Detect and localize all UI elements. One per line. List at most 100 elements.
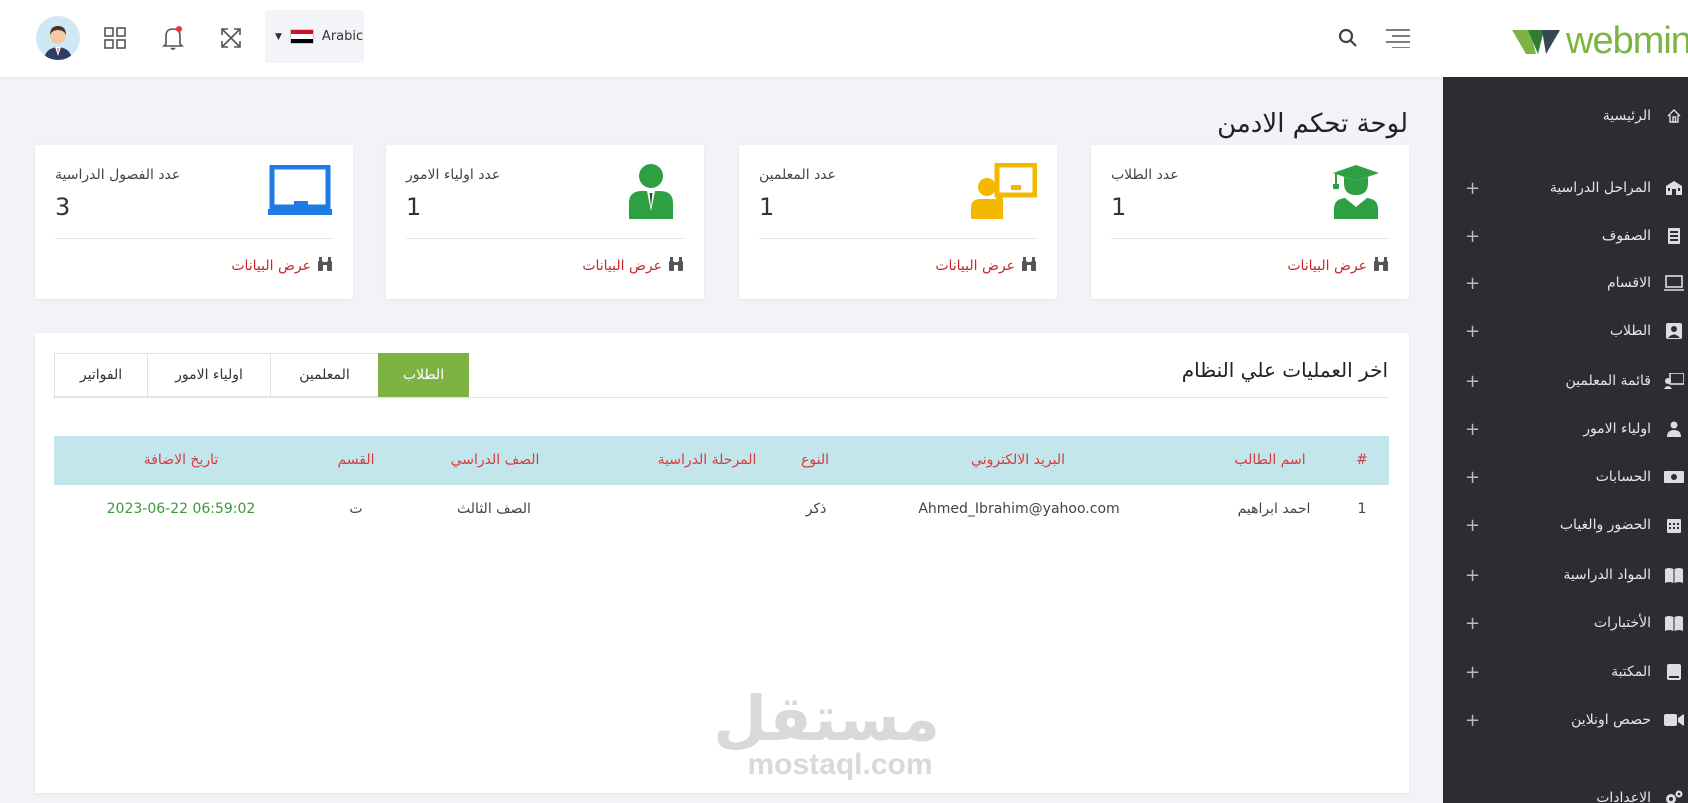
home-icon — [1664, 106, 1684, 126]
view-data-link[interactable]: عرض البيانات — [582, 257, 684, 275]
egypt-flag-icon — [289, 29, 314, 44]
language-label: Arabic — [321, 29, 364, 44]
logo-text: webmin — [1566, 20, 1688, 62]
school-icon — [1664, 178, 1684, 198]
panel-divider — [54, 397, 1389, 398]
sidebar-item-settings[interactable]: الاعدادات — [1443, 783, 1688, 803]
sidebar-item-accounts[interactable]: + الحسابات — [1443, 462, 1688, 492]
expand-plus-icon[interactable]: + — [1465, 662, 1480, 683]
cell-student-name: احمد ابراهيم — [1237, 501, 1311, 517]
stat-value: 1 — [406, 193, 422, 221]
sidebar-item-home[interactable]: الرئيسية — [1443, 101, 1688, 131]
column-header: # — [1356, 452, 1368, 468]
table-row[interactable]: 1 احمد ابراهيم Ahmed_Ibrahim@yahoo.com ذ… — [54, 485, 1389, 533]
binoculars-icon — [317, 257, 333, 275]
top-bar: ▼ Arabic webmin — [0, 0, 1688, 77]
expand-plus-icon[interactable]: + — [1465, 613, 1480, 634]
sidebar-item-label: الرئيسية — [1602, 108, 1651, 124]
expand-plus-icon[interactable]: + — [1465, 321, 1480, 342]
sidebar-item-teachers[interactable]: + قائمة المعلمين — [1443, 366, 1688, 396]
view-data-link[interactable]: عرض البيانات — [1287, 257, 1389, 275]
expand-plus-icon[interactable]: + — [1465, 226, 1480, 247]
card-divider — [55, 238, 333, 239]
sidebar-item-students[interactable]: + الطلاب — [1443, 316, 1688, 346]
view-data-label: عرض البيانات — [1287, 258, 1367, 274]
user-avatar[interactable] — [36, 16, 80, 60]
sidebar-item-online-classes[interactable]: + حصص اونلاين — [1443, 705, 1688, 735]
sidebar-item-subjects[interactable]: + المواد الدراسية — [1443, 560, 1688, 590]
mostaql-watermark: مستقل mostaql.com — [713, 682, 940, 780]
tab-teachers[interactable]: المعلمين — [270, 353, 379, 397]
stat-card-classrooms: عدد الفصول الدراسية 3 عرض البيانات — [35, 145, 353, 299]
expand-plus-icon[interactable]: + — [1465, 371, 1480, 392]
sidebar-item-exams[interactable]: + الأختبارات — [1443, 608, 1688, 638]
cell-section: ت — [349, 501, 363, 517]
sidebar-item-label: الطلاب — [1609, 323, 1651, 339]
card-divider — [406, 238, 684, 239]
tab-bar: الفواتير اولياء الامور المعلمين الطلاب — [54, 353, 469, 397]
parent-icon — [618, 161, 684, 221]
column-header: القسم — [337, 452, 375, 468]
card-divider — [1111, 238, 1389, 239]
webmin-logo-mark — [1512, 30, 1560, 54]
column-header: الصف الدراسي — [450, 452, 540, 468]
book-icon — [1664, 565, 1684, 585]
calendar-icon — [1664, 515, 1684, 535]
stat-value: 3 — [55, 193, 71, 221]
sidebar-item-label: المواد الدراسية — [1563, 567, 1651, 583]
sidebar-item-label: الاعدادات — [1596, 790, 1651, 803]
expand-plus-icon[interactable]: + — [1465, 565, 1480, 586]
bell-icon[interactable] — [157, 22, 189, 54]
stat-value: 1 — [759, 193, 775, 221]
search-icon[interactable] — [1332, 22, 1364, 54]
stat-label: عدد الفصول الدراسية — [55, 167, 181, 183]
sidebar-item-library[interactable]: + المكتبة — [1443, 657, 1688, 687]
sidebar-item-label: الأختبارات — [1593, 615, 1651, 631]
cell-date-added: 2023-06-22 06:59:02 — [106, 501, 256, 517]
webmin-logo[interactable]: webmin — [1512, 22, 1688, 60]
tab-parents[interactable]: اولياء الامور — [147, 353, 271, 397]
sidebar-item-stages[interactable]: + المراحل الدراسية — [1443, 173, 1688, 203]
sidebar-item-sections[interactable]: + الاقسام — [1443, 268, 1688, 298]
language-selector[interactable]: ▼ Arabic — [265, 10, 364, 63]
expand-plus-icon[interactable]: + — [1465, 515, 1480, 536]
binoculars-icon — [668, 257, 684, 275]
expand-plus-icon[interactable]: + — [1465, 273, 1480, 294]
column-header: النوع — [801, 452, 829, 468]
library-icon — [1664, 662, 1684, 682]
stat-label: عدد الطلاب — [1111, 167, 1179, 183]
tab-invoices[interactable]: الفواتير — [54, 353, 148, 397]
sidebar-item-label: الحسابات — [1595, 469, 1651, 485]
student-icon — [1664, 321, 1684, 341]
sidebar-item-label: قائمة المعلمين — [1565, 373, 1651, 389]
menu-toggle-icon[interactable] — [1382, 22, 1414, 54]
expand-plus-icon[interactable]: + — [1465, 419, 1480, 440]
fullscreen-icon[interactable] — [215, 22, 247, 54]
apps-grid-icon[interactable] — [99, 22, 131, 54]
watermark-arabic: مستقل — [713, 682, 940, 755]
cell-grade: الصف الثالث — [457, 501, 531, 517]
cell-index: 1 — [1357, 501, 1367, 517]
sidebar-item-parents[interactable]: + اولياء الامور — [1443, 414, 1688, 444]
binoculars-icon — [1373, 257, 1389, 275]
view-data-link[interactable]: عرض البيانات — [231, 257, 333, 275]
teacher-icon — [971, 161, 1037, 221]
book-open-icon — [1664, 613, 1684, 633]
expand-plus-icon[interactable]: + — [1465, 710, 1480, 731]
sidebar-item-attendance[interactable]: + الحضور والغياب — [1443, 510, 1688, 540]
view-data-link[interactable]: عرض البيانات — [935, 257, 1037, 275]
sidebar-item-classes[interactable]: + الصفوف — [1443, 221, 1688, 251]
sidebar-item-label: الاقسام — [1607, 275, 1651, 291]
money-icon — [1664, 467, 1684, 487]
column-header: اسم الطالب — [1234, 452, 1306, 468]
binoculars-icon — [1021, 257, 1037, 275]
sidebar-item-label: اولياء الامور — [1583, 421, 1651, 437]
cell-email: Ahmed_Ibrahim@yahoo.com — [918, 501, 1120, 517]
expand-plus-icon[interactable]: + — [1465, 178, 1480, 199]
expand-plus-icon[interactable]: + — [1465, 467, 1480, 488]
graduate-icon — [1323, 161, 1389, 221]
teacher-icon — [1664, 371, 1684, 391]
sidebar-item-label: المراحل الدراسية — [1549, 180, 1651, 196]
gears-icon — [1664, 788, 1684, 803]
tab-students[interactable]: الطلاب — [378, 353, 469, 397]
